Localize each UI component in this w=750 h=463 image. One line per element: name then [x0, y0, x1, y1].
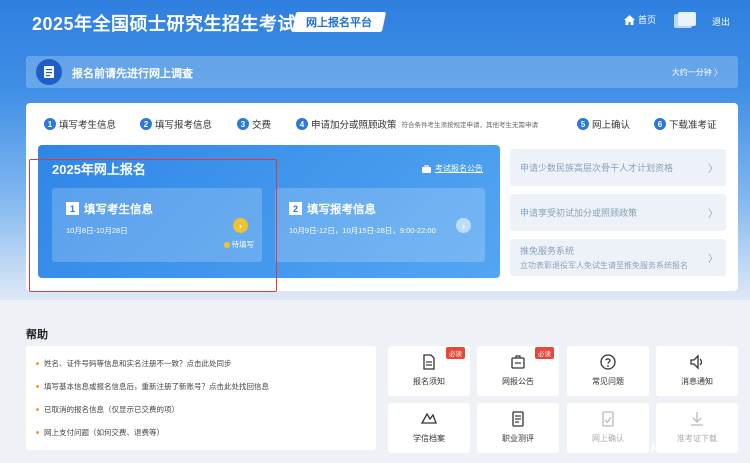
step-payment: 3 交费 — [237, 117, 271, 131]
task-title: 填写报考信息 — [307, 204, 376, 216]
briefcase-icon — [422, 164, 431, 173]
step-label: 申请加分或照顾政策 — [311, 120, 397, 131]
task-dates: 10月9日-12日，10月15日-28日，9:00-22:00 — [289, 226, 436, 235]
highlight-annotation-box — [29, 159, 277, 292]
watermark-logo: MBA CHINA — [600, 440, 689, 456]
survey-banner[interactable]: 报名前请先进行网上调查 大约一分钟 〉 — [26, 56, 738, 88]
home-icon — [624, 14, 635, 25]
step-number: 5 — [577, 118, 589, 130]
help-item[interactable]: 填写基本信息或报名信息后，重新注册了新账号？点击此处找回信息 — [36, 381, 269, 392]
step-number: 2 — [140, 118, 152, 130]
logout-link[interactable]: 退出 — [712, 15, 730, 28]
chevron-right-icon: 〉 — [708, 209, 718, 220]
minority-talent-plan-link[interactable]: 申请少数民族高层次骨干人才计划资格 〉 — [510, 149, 726, 186]
notice-link-label: 考试报名公告 — [435, 164, 483, 173]
assessment-icon — [512, 411, 524, 427]
bonus-policy-link[interactable]: 申请享受初试加分或照顾政策 〉 — [510, 194, 726, 231]
announcement-icon — [511, 355, 525, 369]
step-bonus-policy: 4 申请加分或照顾政策 符合条件考生须按规定申请，其他考生无需申请 — [296, 117, 538, 131]
step-number: 3 — [237, 118, 249, 130]
platform-badge: 网上报名平台 — [291, 12, 387, 32]
step-note: 符合条件考生须按规定申请，其他考生无需申请 — [401, 122, 539, 129]
chevron-right-icon: 〉 — [708, 254, 718, 265]
bullet-icon — [36, 431, 39, 434]
help-item-label: 已取消的报名信息（仅显示已交费的项） — [44, 405, 179, 414]
tile-online-announcement[interactable]: 必读 网报公告 — [477, 346, 559, 396]
survey-icon — [36, 59, 62, 85]
required-badge: 必读 — [535, 347, 554, 359]
required-badge: 必读 — [446, 347, 465, 359]
exam-notice-link[interactable]: 考试报名公告 — [422, 163, 483, 174]
tile-label: 学信档案 — [413, 434, 445, 443]
task-fill-application-info[interactable]: 2 填写报考信息 10月9日-12日，10月15日-28日，9:00-22:00… — [275, 188, 485, 262]
tile-notifications[interactable]: 消息通知 — [656, 346, 738, 396]
archive-icon — [421, 412, 437, 424]
step-number: 6 — [654, 118, 666, 130]
side-link-label: 申请享受初试加分或照顾政策 — [520, 208, 638, 218]
step-download-admission: 6 下载准考证 — [654, 117, 717, 131]
tile-label: 网报公告 — [502, 377, 534, 386]
tile-faq[interactable]: 常见问题 — [567, 346, 649, 396]
tile-label: 报名须知 — [413, 377, 445, 386]
help-item-label: 填写基本信息或报名信息后，重新注册了新账号？点击此处找回信息 — [44, 382, 269, 391]
step-label: 网上确认 — [592, 120, 631, 131]
tile-label: 消息通知 — [681, 377, 713, 386]
step-label: 下载准考证 — [669, 120, 717, 131]
bullet-icon — [36, 408, 39, 411]
side-link-subtext: 立功表彰退役军人免试生请至推免服务系统报名 — [520, 261, 688, 270]
side-link-label: 推免服务系统 — [520, 246, 575, 256]
confirm-icon — [602, 411, 614, 427]
step-fill-candidate-info: 1 填写考生信息 — [44, 117, 116, 131]
download-icon — [691, 412, 703, 426]
help-item[interactable]: 姓名、证件号码等信息和实名注册不一致？点击此处同步 — [36, 358, 232, 369]
home-link[interactable]: 首页 — [624, 13, 656, 26]
user-card-icon[interactable] — [674, 12, 696, 28]
header: 2025年全国硕士研究生招生考试 网上报名平台 首页 退出 — [0, 0, 750, 44]
tile-label: 职业测评 — [502, 434, 534, 443]
step-number: 4 — [296, 118, 308, 130]
bullet-icon — [36, 362, 39, 365]
site-title: 2025年全国硕士研究生招生考试 — [32, 14, 297, 34]
progress-steps: 1 填写考生信息 2 填写报考信息 3 交费 4 申请加分或照顾政策 符合条件考… — [26, 103, 738, 143]
arrow-right-icon[interactable]: › — [456, 218, 471, 233]
help-panel: 姓名、证件号码等信息和实名注册不一致？点击此处同步 填写基本信息或报名信息后，重… — [26, 346, 376, 450]
document-icon — [423, 354, 435, 370]
question-icon — [600, 354, 616, 370]
help-heading: 帮助 — [26, 329, 48, 341]
step-label: 填写考生信息 — [59, 120, 117, 131]
help-item-label: 网上支付问题（如何交费、退费等） — [44, 428, 164, 437]
home-label: 首页 — [638, 15, 657, 25]
step-fill-application-info: 2 填写报考信息 — [140, 117, 212, 131]
bullet-icon — [36, 385, 39, 388]
step-label: 填写报考信息 — [155, 120, 213, 131]
task-number: 2 — [289, 202, 302, 215]
help-item[interactable]: 已取消的报名信息（仅显示已交费的项） — [36, 404, 179, 415]
step-number: 1 — [44, 118, 56, 130]
tile-chsi-archive[interactable]: 学信档案 — [388, 403, 470, 453]
step-label: 交费 — [252, 120, 272, 131]
help-item[interactable]: 网上支付问题（如何交费、退费等） — [36, 427, 164, 438]
help-item-label: 姓名、证件号码等信息和实名注册不一致？点击此处同步 — [44, 359, 232, 368]
tile-career-assessment[interactable]: 职业测评 — [477, 403, 559, 453]
speaker-icon — [690, 354, 703, 370]
survey-time-hint: 大约一分钟 〉 — [671, 68, 722, 77]
tile-registration-guide[interactable]: 必读 报名须知 — [388, 346, 470, 396]
survey-text: 报名前请先进行网上调查 — [72, 68, 193, 80]
side-link-label: 申请少数民族高层次骨干人才计划资格 — [520, 163, 674, 173]
tile-label: 常见问题 — [592, 377, 624, 386]
step-online-confirm: 5 网上确认 — [577, 117, 630, 131]
recommendation-system-link[interactable]: 推免服务系统 立功表彰退役军人免试生请至推免服务系统报名 〉 — [510, 239, 726, 276]
chevron-right-icon: 〉 — [708, 164, 718, 175]
